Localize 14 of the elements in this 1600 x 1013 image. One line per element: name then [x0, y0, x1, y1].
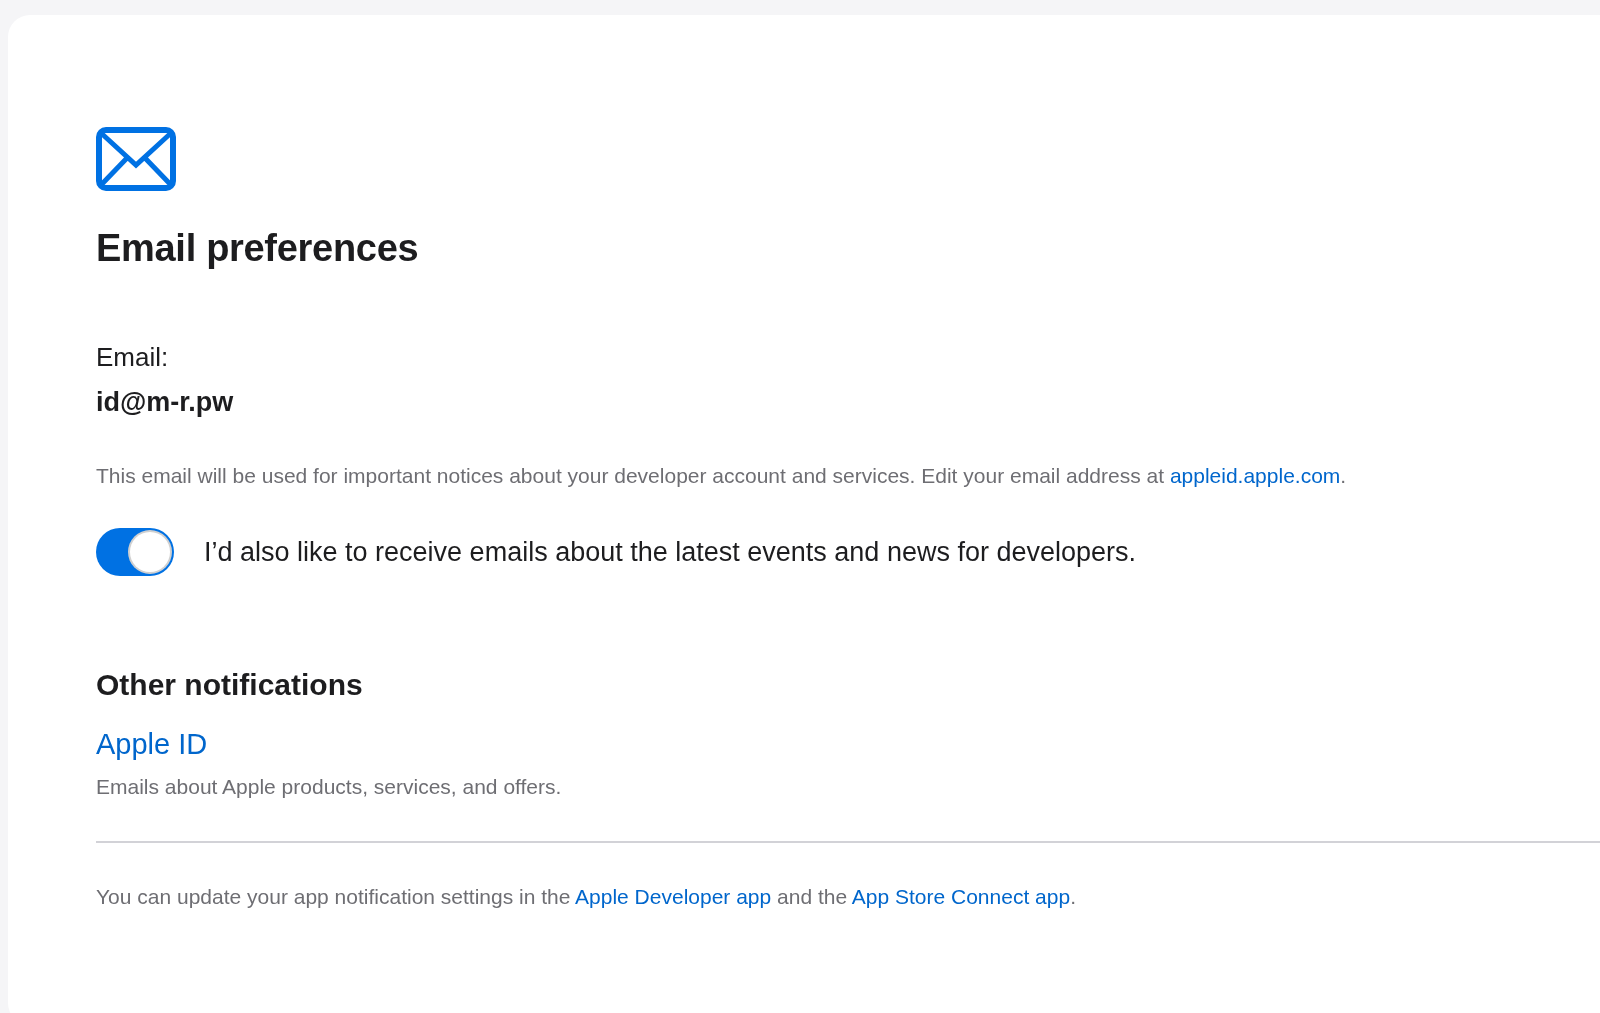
- email-address: id@m-r.pw: [96, 387, 234, 418]
- footer-text: You can update your app notification settings in the Apple Developer app and the App Store Connect app.: [96, 885, 1076, 909]
- mail-icon: [96, 127, 176, 191]
- text-link[interactable]: App Store Connect app: [851, 885, 1071, 908]
- text-link[interactable]: Apple Developer app: [575, 885, 772, 908]
- apple-id-link[interactable]: Apple ID: [96, 728, 208, 761]
- apple-id-description: Emails about Apple products, services, and offers.: [96, 775, 562, 799]
- section-heading: Other notifications: [96, 668, 363, 702]
- toggle-switch[interactable]: [96, 528, 174, 576]
- toggle-label: I’d also like to receive emails about the latest events and news for developers.: [204, 536, 1136, 568]
- email-label: Email:: [96, 342, 169, 373]
- page-title: Email preferences: [96, 227, 419, 270]
- text-link[interactable]: appleid.apple.com: [1169, 464, 1341, 487]
- email-notice: This email will be used for important notices about your developer account and services. Edit your email address at appleid.apple.com.: [96, 464, 1347, 488]
